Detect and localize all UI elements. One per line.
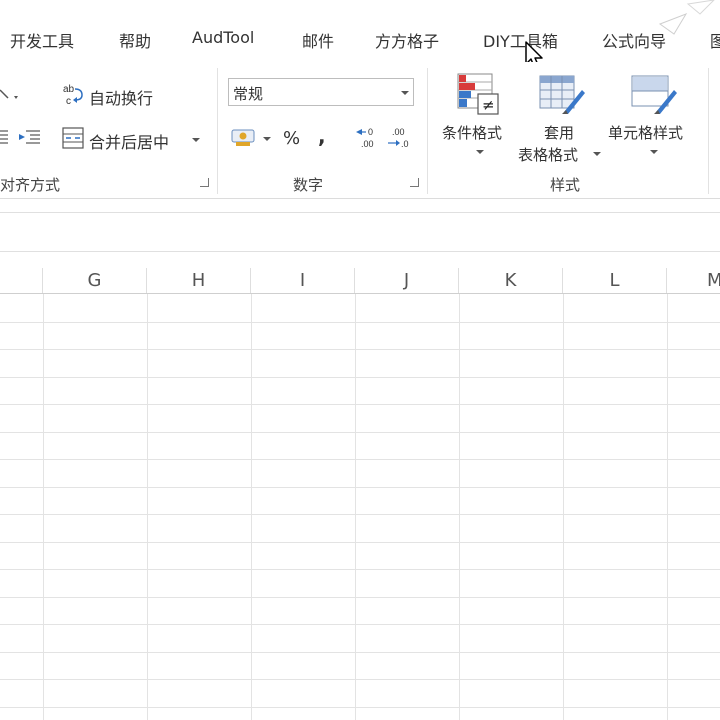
column-gridline bbox=[459, 294, 460, 720]
merge-center-label: 合并后居中 bbox=[89, 133, 170, 152]
row-gridline bbox=[0, 597, 720, 598]
menu-bar: 开发工具 帮助 AudTool 邮件 方方格子 DIY工具箱 公式向导 图 bbox=[0, 0, 720, 70]
format-as-table-label-line2: 表格格式 bbox=[518, 146, 579, 164]
styles-group-label: 样式 bbox=[550, 176, 581, 194]
column-header-l[interactable]: L bbox=[563, 268, 667, 293]
column-header-m[interactable]: M bbox=[667, 268, 720, 293]
alignment-dialog-launcher-icon[interactable] bbox=[200, 178, 209, 187]
format-as-table-button[interactable]: 套用 表格格式 bbox=[516, 72, 604, 168]
column-header-row: G H I J K L M bbox=[0, 268, 720, 294]
merge-center-icon bbox=[62, 127, 84, 149]
currency-icon bbox=[231, 129, 271, 146]
paper-plane-decoration-icon bbox=[658, 0, 715, 35]
chevron-down-icon bbox=[476, 150, 484, 154]
row-gridline bbox=[0, 487, 720, 488]
chevron-down-icon bbox=[192, 138, 200, 142]
conditional-formatting-label: 条件格式 bbox=[442, 124, 503, 142]
svg-text:.00: .00 bbox=[392, 127, 405, 137]
percent-style-button[interactable]: % bbox=[283, 128, 300, 149]
cell-grid[interactable] bbox=[0, 294, 720, 720]
row-gridline bbox=[0, 652, 720, 653]
cell-styles-icon bbox=[631, 75, 677, 114]
decrease-decimal-icon[interactable]: .00 .0 bbox=[386, 125, 412, 149]
column-header-k[interactable]: K bbox=[459, 268, 563, 293]
column-gridline bbox=[251, 294, 252, 720]
column-gridline bbox=[147, 294, 148, 720]
wrap-text-icon: ab c bbox=[63, 84, 83, 106]
column-header-h[interactable]: H bbox=[147, 268, 251, 293]
accounting-format-button[interactable] bbox=[230, 126, 274, 150]
tab-diy-toolbox[interactable]: DIY工具箱 bbox=[483, 28, 558, 52]
row-gridline bbox=[0, 707, 720, 708]
row-gridline bbox=[0, 432, 720, 433]
number-format-value: 常规 bbox=[233, 85, 264, 103]
chevron-down-icon bbox=[650, 150, 658, 154]
alignment-group-label: 对齐方式 bbox=[0, 176, 61, 194]
tab-fangfangegezi[interactable]: 方方格子 bbox=[375, 28, 439, 52]
ribbon-divider bbox=[427, 68, 428, 194]
increase-decimal-icon[interactable]: 0 .00 bbox=[354, 125, 380, 149]
format-as-table-icon bbox=[539, 75, 585, 114]
column-gridline bbox=[43, 294, 44, 720]
format-as-table-label-line1: 套用 bbox=[544, 124, 575, 142]
formula-bar[interactable] bbox=[0, 212, 720, 252]
column-header-g[interactable]: G bbox=[43, 268, 147, 293]
tab-audtool[interactable]: AudTool bbox=[192, 28, 254, 47]
row-gridline bbox=[0, 404, 720, 405]
cell-styles-label: 单元格样式 bbox=[608, 124, 684, 142]
row-gridline bbox=[0, 569, 720, 570]
ribbon: ab c 自动换行 合并后居中 对齐方式 常规 % , 0 .00 .00 .0… bbox=[0, 62, 720, 199]
tab-help[interactable]: 帮助 bbox=[119, 28, 151, 52]
row-gridline bbox=[0, 322, 720, 323]
merge-center-button[interactable]: 合并后居中 bbox=[62, 126, 202, 152]
indent-icons[interactable] bbox=[0, 128, 44, 148]
svg-text:.0: .0 bbox=[401, 139, 409, 149]
conditional-formatting-icon: ≠ bbox=[457, 73, 499, 115]
row-gridline bbox=[0, 377, 720, 378]
svg-text:ab: ab bbox=[63, 84, 75, 95]
row-gridline bbox=[0, 459, 720, 460]
wrap-text-label: 自动换行 bbox=[89, 89, 154, 108]
wrap-text-button[interactable]: ab c 自动换行 bbox=[62, 82, 162, 108]
row-gridline bbox=[0, 624, 720, 625]
chevron-down-icon bbox=[593, 152, 601, 156]
row-gridline bbox=[0, 349, 720, 350]
svg-text:≠: ≠ bbox=[482, 96, 495, 114]
row-gridline bbox=[0, 514, 720, 515]
chevron-down-icon bbox=[401, 91, 409, 95]
comma-style-button[interactable]: , bbox=[318, 124, 326, 148]
orientation-button[interactable] bbox=[0, 84, 24, 104]
column-gridline bbox=[355, 294, 356, 720]
ribbon-divider bbox=[708, 68, 709, 194]
cell-styles-button[interactable]: 单元格样式 bbox=[606, 72, 702, 162]
svg-text:c: c bbox=[66, 96, 71, 106]
orientation-icon bbox=[0, 89, 18, 99]
number-format-select[interactable]: 常规 bbox=[228, 78, 414, 106]
tab-mail[interactable]: 邮件 bbox=[302, 28, 334, 52]
svg-text:0: 0 bbox=[368, 127, 373, 137]
row-gridline bbox=[0, 542, 720, 543]
column-header-truncated[interactable] bbox=[0, 268, 43, 293]
column-gridline bbox=[667, 294, 668, 720]
row-gridline bbox=[0, 679, 720, 680]
number-dialog-launcher-icon[interactable] bbox=[410, 178, 419, 187]
ribbon-divider bbox=[217, 68, 218, 194]
column-gridline bbox=[563, 294, 564, 720]
tab-developer[interactable]: 开发工具 bbox=[10, 28, 74, 52]
svg-text:.00: .00 bbox=[361, 139, 374, 149]
column-header-j[interactable]: J bbox=[355, 268, 459, 293]
number-group-label: 数字 bbox=[293, 176, 324, 194]
conditional-formatting-button[interactable]: ≠ 条件格式 bbox=[440, 72, 516, 162]
column-header-i[interactable]: I bbox=[251, 268, 355, 293]
